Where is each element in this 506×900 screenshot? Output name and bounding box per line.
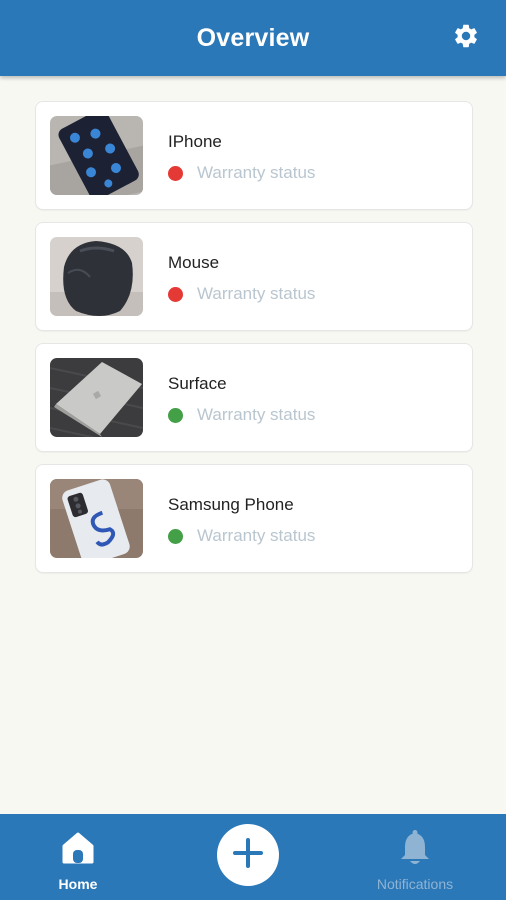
- warranty-status: Warranty status: [168, 405, 315, 425]
- home-icon: [60, 828, 96, 868]
- device-name: Mouse: [168, 253, 220, 272]
- warranty-status-label: Warranty status: [197, 405, 316, 424]
- nav-notifications-label: Notifications: [376, 876, 454, 892]
- gear-icon: [452, 22, 480, 55]
- app-bar: Overview: [0, 0, 506, 76]
- warranty-status-label: Warranty status: [197, 284, 316, 303]
- page-title: Overview: [196, 23, 310, 52]
- status-indicator-green: [168, 528, 183, 544]
- bell-icon: [398, 828, 432, 868]
- settings-button[interactable]: [452, 24, 480, 52]
- add-device-button[interactable]: [217, 824, 279, 886]
- status-indicator-red: [168, 165, 183, 181]
- device-name: Surface: [168, 374, 227, 393]
- device-name: Samsung Phone: [168, 495, 294, 514]
- surface-photo: [50, 358, 143, 437]
- status-indicator-red: [168, 286, 183, 302]
- device-card-surface[interactable]: Surface Warranty status: [35, 343, 473, 452]
- device-card-mouse[interactable]: Mouse Warranty status: [35, 222, 473, 331]
- nav-notifications[interactable]: Notifications: [360, 814, 470, 900]
- warranty-status: Warranty status: [168, 284, 315, 304]
- warranty-status-label: Warranty status: [197, 526, 316, 545]
- samsung-phone-photo: [50, 479, 143, 558]
- device-card-iphone[interactable]: IPhone Warranty status: [35, 101, 473, 210]
- warranty-status-label: Warranty status: [197, 163, 316, 182]
- status-indicator-green: [168, 407, 183, 423]
- bottom-navigation: Home Notifications: [0, 814, 506, 900]
- nav-home[interactable]: Home: [30, 814, 126, 900]
- warranty-status: Warranty status: [168, 526, 315, 546]
- iphone-photo: [50, 116, 143, 195]
- device-list: IPhone Warranty status Mouse Warranty st…: [35, 101, 473, 585]
- plus-icon: [233, 837, 263, 873]
- device-card-samsung-phone[interactable]: Samsung Phone Warranty status: [35, 464, 473, 573]
- warranty-status: Warranty status: [168, 163, 315, 183]
- mouse-photo: [50, 237, 143, 316]
- nav-home-label: Home: [58, 876, 98, 892]
- device-name: IPhone: [168, 132, 222, 151]
